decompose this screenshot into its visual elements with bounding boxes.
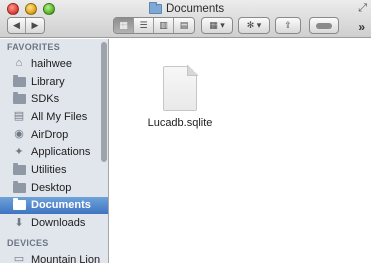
sidebar-item-mountain-lion[interactable]: ▭ Mountain Lion — [0, 251, 108, 263]
label-pill-icon — [316, 22, 332, 29]
sidebar-item-label: AirDrop — [31, 128, 69, 141]
devices-header: DEVICES — [7, 237, 49, 248]
sidebar-item-label: Utilities — [31, 163, 67, 176]
sidebar-item-label: Mountain Lion — [31, 253, 101, 263]
action-menu-button[interactable]: ✻ ▾ — [238, 17, 270, 34]
forward-button[interactable]: ▶ — [26, 18, 44, 33]
sidebar-item-label: Documents — [31, 199, 91, 212]
label-button[interactable] — [309, 17, 339, 34]
sidebar-item-label: Desktop — [31, 181, 72, 194]
window-title-text: Documents — [166, 3, 225, 15]
file-browser-content: Lucadb.sqlite — [110, 39, 371, 263]
sidebar-item-label: SDKs — [31, 93, 60, 106]
folder-icon — [149, 2, 162, 14]
applications-icon: ✦ — [14, 145, 24, 158]
all-files-icon: ▤ — [13, 110, 25, 123]
desktop-icon — [12, 180, 26, 194]
view-icons-button[interactable]: ▦ — [114, 18, 134, 33]
sidebar-item-downloads[interactable]: ⬇ Downloads — [0, 214, 108, 232]
sidebar-item-applications[interactable]: ✦ Applications — [0, 143, 108, 161]
sidebar-item-sdks[interactable]: SDKs — [0, 90, 108, 108]
window-title: Documents — [149, 2, 224, 16]
file-name: Lucadb.sqlite — [147, 117, 213, 129]
sidebar-item-label: haihwee — [31, 57, 72, 70]
sidebar-item-documents[interactable]: Documents — [0, 196, 108, 215]
close-button[interactable] — [7, 3, 19, 15]
minimize-button[interactable] — [25, 3, 37, 15]
sidebar-item-airdrop[interactable]: ◉ AirDrop — [0, 126, 108, 144]
documents-icon — [12, 198, 26, 211]
folder-icon — [12, 162, 26, 176]
view-list-button[interactable]: ☰ — [134, 18, 154, 33]
folder-icon — [12, 92, 26, 105]
file-item[interactable]: Lucadb.sqlite — [130, 65, 230, 129]
view-columns-button[interactable]: ▥ — [154, 18, 174, 33]
document-icon — [163, 65, 198, 111]
zoom-button[interactable] — [43, 3, 55, 15]
view-mode-control: ▦ ☰ ▥ ▤ — [113, 17, 195, 34]
sidebar-item-desktop[interactable]: Desktop — [0, 179, 108, 197]
arrange-menu-button[interactable]: ▦ ▾ — [201, 17, 233, 34]
folder-icon — [12, 74, 26, 88]
share-button[interactable]: ⇪ — [275, 17, 301, 34]
title-bar: Documents ⤢ ◀ ▶ ▦ ☰ ▥ ▤ ▦ ▾ ✻ ▾ ⇪ » — [0, 0, 371, 38]
sidebar-item-label: Applications — [31, 146, 91, 159]
view-coverflow-button[interactable]: ▤ — [174, 18, 194, 33]
sidebar-item-label: All My Files — [31, 110, 88, 123]
sidebar-scrollbar[interactable] — [101, 42, 107, 162]
sidebar-item-label: Library — [31, 75, 65, 88]
downloads-icon: ⬇ — [14, 216, 24, 229]
disk-icon: ▭ — [13, 253, 25, 263]
back-forward-control: ◀ ▶ — [7, 17, 45, 34]
favorites-header: FAVORITES — [7, 42, 61, 52]
fullscreen-icon[interactable]: ⤢ — [358, 2, 367, 15]
sidebar-item-label: Downloads — [31, 217, 86, 230]
toolbar-overflow-button[interactable]: » — [358, 20, 365, 34]
home-icon: ⌂ — [15, 57, 23, 70]
sidebar-item-haihwee[interactable]: ⌂ haihwee — [0, 55, 108, 73]
sidebar-item-utilities[interactable]: Utilities — [0, 161, 108, 179]
airdrop-icon: ◉ — [14, 128, 24, 141]
sidebar-item-library[interactable]: Library — [0, 73, 108, 91]
sidebar: FAVORITES ⌂ haihwee Library SDKs ▤ All M… — [0, 39, 109, 263]
sidebar-item-all-my-files[interactable]: ▤ All My Files — [0, 108, 108, 126]
back-button[interactable]: ◀ — [8, 18, 26, 33]
